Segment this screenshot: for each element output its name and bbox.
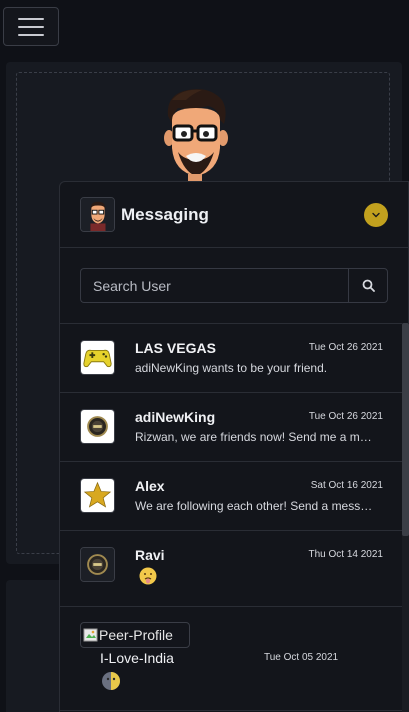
conversation-avatar bbox=[80, 547, 115, 582]
search-user-input[interactable] bbox=[80, 268, 348, 303]
messaging-header[interactable]: Messaging bbox=[60, 182, 408, 248]
collapse-button[interactable] bbox=[364, 202, 388, 227]
user-cartoon-avatar bbox=[164, 89, 228, 186]
chevron-down-icon bbox=[372, 212, 380, 217]
conversation-name: I-Love-India bbox=[100, 650, 174, 666]
conversation-item[interactable]: Ravi Thu Oct 14 2021 bbox=[60, 531, 408, 607]
conversation-list: LAS VEGAS Tue Oct 26 2021 adiNewKing wan… bbox=[60, 324, 408, 711]
search-area bbox=[60, 248, 408, 324]
messaging-panel: Messaging Search User LAS VEGAS Tue Oct … bbox=[59, 181, 409, 712]
search-icon bbox=[362, 279, 375, 292]
own-avatar-thumbnail bbox=[80, 197, 115, 232]
gamepad-icon bbox=[81, 341, 114, 374]
conversation-name: Ravi bbox=[135, 547, 165, 563]
moon-emoji-icon bbox=[102, 672, 120, 690]
conversation-date: Tue Oct 26 2021 bbox=[308, 342, 383, 353]
conversation-scrollbar-thumb[interactable] bbox=[402, 323, 409, 536]
star-icon bbox=[81, 479, 114, 512]
conversation-preview: Rizwan, we are friends now! Send me a me… bbox=[135, 430, 375, 444]
king-badge-icon bbox=[81, 548, 114, 581]
conversation-avatar bbox=[80, 409, 115, 444]
menu-toggle-button[interactable] bbox=[3, 7, 59, 46]
conversation-name: adiNewKing bbox=[135, 409, 216, 425]
hamburger-icon bbox=[18, 17, 44, 20]
peer-profile-image: Peer-Profile bbox=[80, 622, 190, 648]
broken-image-icon bbox=[83, 628, 98, 642]
search-button[interactable] bbox=[348, 268, 388, 303]
conversation-avatar bbox=[80, 340, 115, 375]
conversation-date: Tue Oct 05 2021 bbox=[264, 652, 339, 663]
conversation-name: LAS VEGAS bbox=[135, 340, 216, 356]
conversation-item[interactable]: LAS VEGAS Tue Oct 26 2021 adiNewKing wan… bbox=[60, 324, 408, 393]
king-badge-icon bbox=[81, 410, 114, 443]
face-emoji-icon bbox=[139, 567, 157, 585]
image-alt-text: Peer-Profile bbox=[99, 627, 173, 643]
conversation-item[interactable]: Peer-Profile I-Love-India Tue Oct 05 202… bbox=[60, 607, 408, 711]
conversation-item[interactable]: Alex Sat Oct 16 2021 We are following ea… bbox=[60, 462, 408, 531]
conversation-date: Tue Oct 26 2021 bbox=[308, 411, 383, 422]
conversation-name: Alex bbox=[135, 478, 165, 494]
conversation-avatar bbox=[80, 478, 115, 513]
conversation-preview: adiNewKing wants to be your friend. bbox=[135, 361, 328, 375]
messaging-title: Messaging bbox=[121, 204, 209, 224]
conversation-preview: We are following each other! Send a mess… bbox=[135, 499, 375, 513]
user-avatar-icon bbox=[81, 198, 114, 231]
conversation-date: Sat Oct 16 2021 bbox=[310, 480, 383, 491]
conversation-item[interactable]: adiNewKing Tue Oct 26 2021 Rizwan, we ar… bbox=[60, 393, 408, 462]
conversation-date: Thu Oct 14 2021 bbox=[308, 549, 384, 560]
